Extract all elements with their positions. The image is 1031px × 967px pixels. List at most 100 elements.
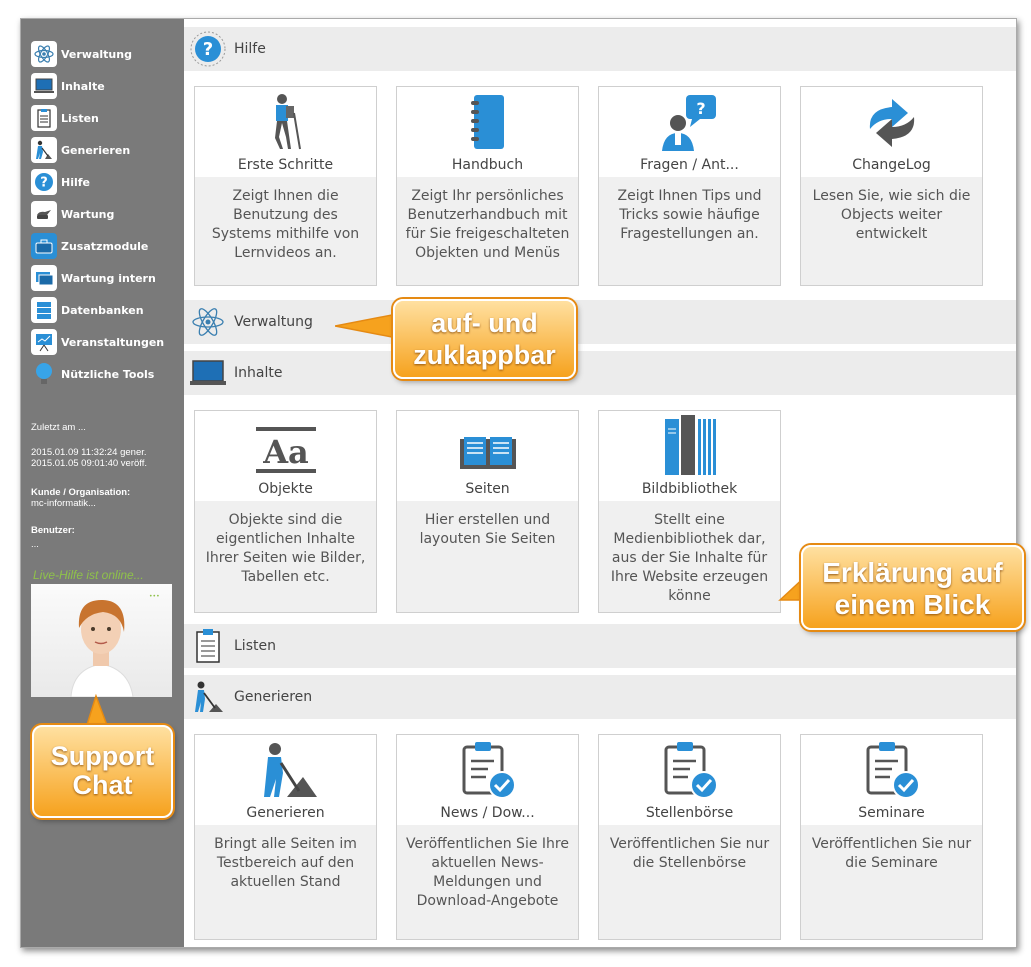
worker-shovel-icon <box>253 739 319 799</box>
tile-fragen[interactable]: ? Fragen / Ant... Zeigt Ihnen Tips und T… <box>598 86 781 286</box>
user-value: ... <box>31 539 39 550</box>
callout-line: einem Blick <box>834 589 991 620</box>
worker-shovel-icon <box>188 680 228 714</box>
customer-label: Kunde / Organisation: <box>31 487 131 498</box>
tile-title: Seminare <box>858 805 925 821</box>
clipboard-icon <box>188 628 228 664</box>
clipboard-check-icon <box>458 739 518 799</box>
section-generieren[interactable]: Generieren <box>184 675 1016 719</box>
oilcan-icon <box>31 201 57 227</box>
sidebar-item-listen[interactable]: Listen <box>31 104 99 132</box>
section-verwaltung[interactable]: Verwaltung <box>184 300 1016 344</box>
sidebar-item-hilfe[interactable]: ? Hilfe <box>31 168 90 196</box>
tile-description: Hier erstellen und layouten Sie Seiten <box>419 512 556 547</box>
tile-description: Veröffentlichen Sie nur die Seminare <box>811 836 972 871</box>
tile-news-download[interactable]: News / Dow... Veröffentlichen Sie Ihre a… <box>396 734 579 940</box>
worker-shovel-icon <box>31 137 57 163</box>
date-gener: 2015.01.09 11:32:24 gener. <box>31 447 147 458</box>
briefcase-icon <box>31 233 57 259</box>
main-content: ? Hilfe Erste Schritte Zeigt Ihnen die B… <box>184 19 1016 947</box>
question-chat-icon: ? <box>660 91 720 151</box>
section-title: Inhalte <box>234 365 283 381</box>
svg-text:?: ? <box>696 99 705 118</box>
sidebar-item-inhalte[interactable]: Inhalte <box>31 72 105 100</box>
database-icon <box>31 297 57 323</box>
monitor-icon <box>31 73 57 99</box>
tile-handbuch[interactable]: Handbuch Zeigt Ihr persönliches Benutzer… <box>396 86 579 286</box>
section-title: Verwaltung <box>234 314 313 330</box>
tile-seiten[interactable]: Seiten Hier erstellen und layouten Sie S… <box>396 410 579 613</box>
section-title: Hilfe <box>234 41 266 57</box>
sidebar-item-label: Generieren <box>61 143 131 157</box>
books-icon <box>661 415 719 475</box>
tile-title: Stellenbörse <box>645 805 734 821</box>
tile-description: Lesen Sie, wie sich die Objects weiter e… <box>812 188 971 242</box>
date-veroeff: 2015.01.05 09:01:40 veröff. <box>31 458 148 469</box>
section-title: Listen <box>234 638 276 654</box>
clipboard-icon <box>31 105 57 131</box>
atom-icon <box>188 308 228 336</box>
monitor-icon <box>188 359 228 387</box>
sidebar-item-datenbanken[interactable]: Datenbanken <box>31 296 144 324</box>
sidebar-item-label: Nützliche Tools <box>61 367 155 381</box>
clipboard-check-icon <box>862 739 922 799</box>
callout-line: zuklappbar <box>413 340 556 370</box>
support-agent-photo[interactable]: ••• <box>31 584 172 697</box>
customer-value: mc-informatik... <box>31 498 96 509</box>
sidebar-item-label: Datenbanken <box>61 303 144 317</box>
tile-title: Seiten <box>465 481 510 497</box>
callout-overview: Erklärung auf einem Blick <box>801 545 1024 630</box>
sync-arrows-icon <box>862 91 922 151</box>
callout-line: Support <box>50 741 155 771</box>
font-aa-icon: Aa <box>254 415 318 475</box>
user-label: Benutzer: <box>31 525 75 536</box>
sidebar-item-label: Hilfe <box>61 175 90 189</box>
open-book-icon <box>458 415 518 475</box>
tile-description: Zeigt Ihnen Tips und Tricks sowie häufig… <box>617 188 762 242</box>
live-help-status[interactable]: Live-Hilfe ist online... <box>33 568 144 582</box>
sidebar-item-wartung-intern[interactable]: Wartung intern <box>31 264 156 292</box>
sidebar-item-verwaltung[interactable]: Verwaltung <box>31 40 132 68</box>
sidebar-item-generieren[interactable]: Generieren <box>31 136 130 164</box>
tile-title: Bildbibliothek <box>641 481 738 497</box>
tile-description: Veröffentlichen Sie Ihre aktuellen News-… <box>406 836 569 909</box>
tile-title: Objekte <box>258 481 313 497</box>
callout-collapsible: auf- und zuklappbar <box>393 299 576 379</box>
tile-changelog[interactable]: ChangeLog Lesen Sie, wie sich die Object… <box>800 86 983 286</box>
help-icon: ? <box>31 169 57 195</box>
callout-line: auf- und <box>431 308 538 338</box>
section-listen[interactable]: Listen <box>184 624 1016 668</box>
tile-title: Generieren <box>246 805 325 821</box>
tile-description: Stellt eine Medienbibliothek dar, aus de… <box>610 512 769 604</box>
svg-text:?: ? <box>203 39 213 60</box>
tile-objekte[interactable]: Aa Objekte Objekte sind die eigentlichen… <box>194 410 377 613</box>
svg-text:?: ? <box>40 176 48 191</box>
presentation-icon <box>31 329 57 355</box>
tile-description: Veröffentlichen Sie nur die Stellenbörse <box>609 836 770 871</box>
tile-seminare[interactable]: Seminare Veröffentlichen Sie nur die Sem… <box>800 734 983 940</box>
sidebar-item-label: Wartung <box>61 207 115 221</box>
notebook-icon <box>468 91 508 151</box>
tile-generieren[interactable]: Generieren Bringt alle Seiten im Testber… <box>194 734 377 940</box>
tile-title: Handbuch <box>451 157 524 173</box>
sidebar-item-label: Veranstaltungen <box>61 335 165 349</box>
section-inhalte[interactable]: Inhalte <box>184 351 1016 395</box>
section-title: Generieren <box>234 689 313 705</box>
svg-text:Aa: Aa <box>262 433 309 471</box>
callout-line: Chat <box>72 770 133 800</box>
sidebar-item-nuetzliche-tools[interactable]: Nützliche Tools <box>31 360 154 388</box>
tile-description: Bringt alle Seiten im Testbereich auf de… <box>214 836 357 890</box>
tile-stellenboerse[interactable]: Stellenbörse Veröffentlichen Sie nur die… <box>598 734 781 940</box>
sidebar-item-label: Wartung intern <box>61 271 156 285</box>
tile-title: Erste Schritte <box>237 157 334 173</box>
tile-description: Zeigt Ihnen die Benutzung des Systems mi… <box>211 188 360 261</box>
sidebar-item-zusatzmodule[interactable]: Zusatzmodule <box>31 232 148 260</box>
callout-line: Erklärung auf <box>822 557 1003 588</box>
clipboard-check-icon <box>660 739 720 799</box>
tile-bildbibliothek[interactable]: Bildbibliothek Stellt eine Medienbibliot… <box>598 410 781 613</box>
cards-icon <box>31 265 57 291</box>
sidebar-item-wartung[interactable]: Wartung <box>31 200 114 228</box>
tile-erste-schritte[interactable]: Erste Schritte Zeigt Ihnen die Benutzung… <box>194 86 377 286</box>
sidebar-item-veranstaltungen[interactable]: Veranstaltungen <box>31 328 164 356</box>
section-hilfe[interactable]: ? Hilfe <box>184 27 1016 71</box>
